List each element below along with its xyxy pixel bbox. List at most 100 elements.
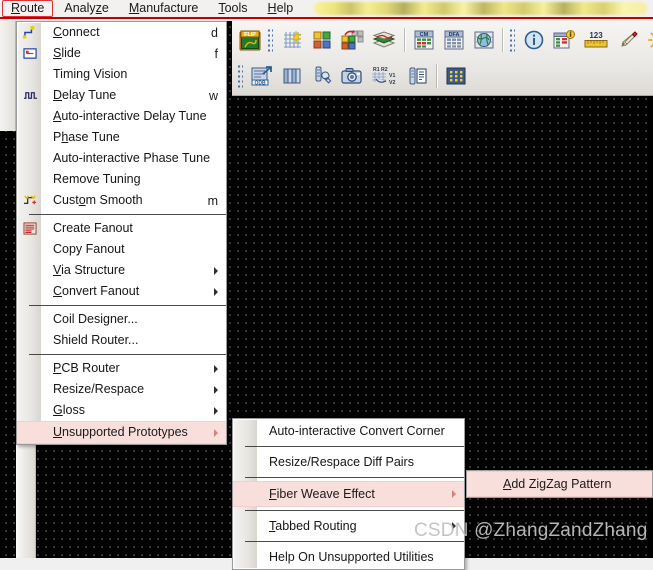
cm-table-button[interactable]: CM (410, 26, 438, 54)
menu-item-auto-interactive-phase-tune[interactable]: Auto-interactive Phase Tune (17, 148, 226, 169)
cm-table-icon: CM (414, 30, 434, 49)
menu-item-slide[interactable]: Slide f (17, 43, 226, 64)
menu-item-label: Coil Designer... (53, 312, 138, 326)
menu-bar[interactable]: Route Analyze Manufacture Tools Help (0, 0, 653, 19)
flip-design-button[interactable]: FLIP (236, 26, 264, 54)
chevron-right-icon (214, 385, 218, 394)
redacted-title-region (314, 2, 647, 15)
report-document-button[interactable] (404, 62, 432, 90)
color-move-button[interactable] (338, 26, 366, 54)
table-info-badge-icon (553, 29, 575, 48)
highlighter-pencil-icon (621, 30, 638, 47)
menubar-item-route[interactable]: Route (2, 0, 54, 17)
camera-snapshot-icon (341, 67, 362, 84)
highlighter-button[interactable] (614, 26, 642, 54)
via-rule-button[interactable]: R1 R2 V1 V2 (368, 62, 402, 90)
measure-ruler-icon: 123 (584, 31, 608, 47)
layer-stack-button[interactable] (278, 62, 306, 90)
menu-item-label: Auto-interactive Convert Corner (269, 423, 445, 438)
camera-snapshot-button[interactable] (338, 62, 366, 90)
unsupported-prototypes-submenu[interactable]: Auto-interactive Convert Corner Resize/R… (232, 418, 465, 570)
menubar-item-analyze[interactable]: Analyze (55, 0, 117, 17)
menu-item-convert-fanout[interactable]: Convert Fanout (17, 281, 226, 302)
menu-item-label: Unsupported Prototypes (53, 425, 188, 439)
table-info-button[interactable] (550, 26, 578, 54)
svg-text:R2: R2 (381, 67, 388, 73)
submenu-item-fiber-weave-effect[interactable]: Fiber Weave Effect (233, 481, 464, 507)
menu-item-label: Auto-interactive Delay Tune (53, 109, 207, 123)
application-window: FLIP CM DFA 123 ODB R1 R2 V1 V2 Route An… (0, 0, 653, 570)
brightness-button[interactable] (644, 26, 653, 54)
dot-matrix-button[interactable] (442, 62, 470, 90)
info-button[interactable] (520, 26, 548, 54)
menubar-item-route-label: oute (20, 1, 45, 15)
submenu-item-tabbed-routing[interactable]: Tabbed Routing (233, 514, 464, 538)
measure-button[interactable]: 123 (580, 26, 612, 54)
menu-item-delay-tune[interactable]: Delay Tune w (17, 85, 226, 106)
dfa-table-icon: DFA (444, 30, 464, 49)
menu-item-label: Slide (53, 46, 81, 60)
toolbar-grip-2[interactable] (509, 27, 515, 52)
menu-item-auto-interactive-delay-tune[interactable]: Auto-interactive Delay Tune (17, 106, 226, 127)
submenu-item-resize-respace-diff-pairs[interactable]: Resize/Respace Diff Pairs (233, 450, 464, 474)
menu-item-via-structure[interactable]: Via Structure (17, 260, 226, 281)
menu-item-shortcut: f (214, 46, 218, 61)
menu-item-label: Custom Smooth (53, 193, 143, 207)
toolbar-row-2: ODB R1 R2 V1 V2 (232, 58, 653, 93)
menu-separator (245, 510, 464, 511)
menubar-item-tools[interactable]: Tools (209, 0, 256, 17)
menu-item-shortcut: m (207, 193, 218, 208)
submenu-item-add-zigzag-pattern[interactable]: Add ZigZag Pattern (467, 471, 652, 497)
menu-item-label: Create Fanout (53, 221, 133, 235)
svg-text:V1: V1 (389, 73, 395, 79)
wrench-tool-button[interactable] (308, 62, 336, 90)
menu-item-remove-tuning[interactable]: Remove Tuning (17, 169, 226, 190)
menu-item-unsupported-prototypes[interactable]: Unsupported Prototypes (17, 421, 226, 444)
menubar-item-manufacture[interactable]: Manufacture (120, 0, 208, 17)
toolbar-grip-3[interactable] (237, 63, 243, 88)
slide-shape-icon (20, 44, 40, 63)
menu-separator (245, 477, 464, 478)
menu-item-label: Timing Vision (53, 67, 128, 81)
color-visibility-button[interactable] (308, 26, 336, 54)
color-squares-move-icon (341, 29, 364, 49)
delay-tune-icon (20, 86, 40, 105)
odb-export-button[interactable]: ODB (248, 62, 276, 90)
fiber-weave-effect-submenu[interactable]: Add ZigZag Pattern (466, 470, 653, 498)
stackup-button[interactable] (368, 26, 400, 54)
toolbar-row-1: FLIP CM DFA 123 (232, 21, 653, 58)
left-toolbar-strip (0, 21, 16, 131)
menu-item-shortcut: d (211, 25, 218, 40)
menu-separator (29, 305, 226, 306)
menu-item-copy-fanout[interactable]: Copy Fanout (17, 239, 226, 260)
menu-item-coil-designer[interactable]: Coil Designer... (17, 309, 226, 330)
grid-sparkle-icon (284, 30, 302, 48)
flip-design-icon: FLIP (239, 30, 261, 50)
menu-item-resize-respace[interactable]: Resize/Respace (17, 379, 226, 400)
sun-brightness-icon (647, 32, 653, 47)
chevron-right-icon (452, 522, 456, 530)
submenu-item-help-on-unsupported-utilities[interactable]: Help On Unsupported Utilities (233, 545, 464, 569)
menu-item-label: Gloss (53, 403, 85, 417)
menu-item-shortcut: w (208, 88, 218, 103)
menu-item-label: Via Structure (53, 263, 126, 277)
toolbar-grip-1[interactable] (267, 27, 273, 52)
toolbar-separator-2 (502, 27, 504, 52)
menu-item-gloss[interactable]: Gloss (17, 400, 226, 421)
menu-item-pcb-router[interactable]: PCB Router (17, 358, 226, 379)
globe-table-button[interactable] (470, 26, 498, 54)
dfa-table-button[interactable]: DFA (440, 26, 468, 54)
menu-item-label: Resize/Respace Diff Pairs (269, 454, 414, 469)
menu-item-timing-vision[interactable]: Timing Vision (17, 64, 226, 85)
submenu-item-auto-interactive-convert-corner[interactable]: Auto-interactive Convert Corner (233, 419, 464, 443)
menu-item-phase-tune[interactable]: Phase Tune (17, 127, 226, 148)
connect-trace-icon (20, 23, 40, 42)
menu-item-custom-smooth[interactable]: Custom Smooth m (17, 190, 226, 211)
menubar-item-help[interactable]: Help (259, 0, 303, 17)
grid-settings-button[interactable] (278, 26, 306, 54)
svg-text:123: 123 (589, 31, 603, 40)
menu-item-create-fanout[interactable]: Create Fanout (17, 218, 226, 239)
menu-item-shield-router[interactable]: Shield Router... (17, 330, 226, 351)
route-dropdown-menu[interactable]: Connect d Slide f Timing Vision Delay Tu… (16, 21, 227, 445)
menu-item-connect[interactable]: Connect d (17, 22, 226, 43)
